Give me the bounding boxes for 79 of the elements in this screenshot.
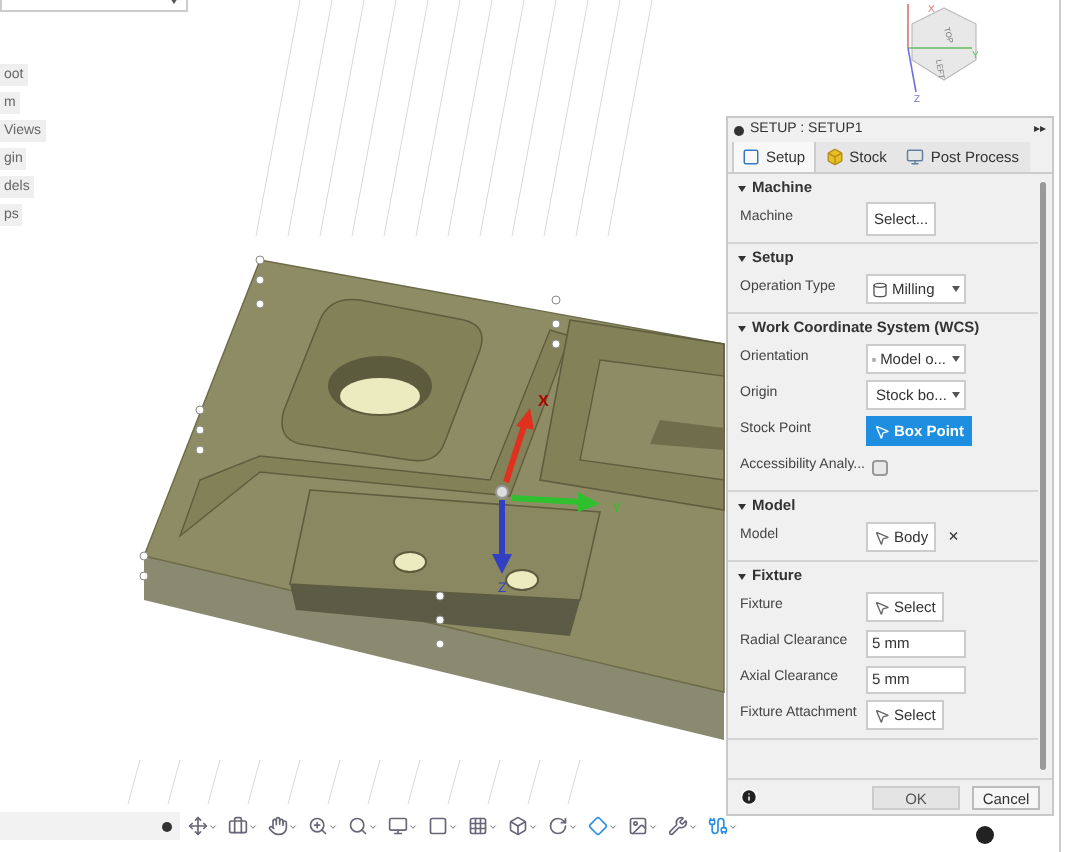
caret-icon [368,821,378,831]
toolbar-button[interactable] [666,814,700,838]
toolbar-button[interactable] [226,814,260,838]
display-icon [388,816,408,836]
toolbar-button[interactable] [186,814,220,838]
toolbar-button[interactable] [306,814,340,838]
handle-point[interactable] [139,571,149,581]
cursor-icon [874,529,890,545]
checkbox[interactable] [871,459,888,475]
search-icon [348,816,368,836]
caret-icon [728,821,738,831]
z-axis-arrow [492,500,512,574]
handle-point[interactable] [195,425,205,435]
cursor-icon [874,423,890,439]
origin-point-icon [495,485,509,499]
toolbar-button[interactable] [506,814,540,838]
caret-icon [528,821,538,831]
info-icon[interactable] [740,788,758,806]
expand-arrow-icon[interactable] [738,325,746,331]
image-icon [628,816,648,836]
expand-arrow-icon[interactable] [738,185,746,191]
caret-icon [248,821,258,831]
expand-arrow-icon[interactable] [738,503,746,509]
handle-point[interactable] [435,591,445,601]
handle-point[interactable] [551,339,561,349]
x-axis-label: X [538,392,549,410]
toolbar-button[interactable] [386,814,420,838]
cursor-icon [874,707,890,723]
handle-point[interactable] [551,319,561,329]
handle-point[interactable] [551,295,561,305]
caret-icon [952,356,960,362]
box-icon [508,816,528,836]
x-axis-arrow [503,408,534,483]
handle-point[interactable] [195,405,205,415]
cursor-icon [874,599,890,615]
view-cube-drawing [907,3,977,93]
clear-button[interactable]: × [948,528,959,546]
caret-icon [688,821,698,831]
pan-hand-icon [268,816,288,836]
toolbar-button[interactable] [626,814,660,838]
wrench-icon [668,816,688,836]
expand-arrow-icon[interactable] [738,255,746,261]
toolbar-button[interactable] [586,814,620,838]
scrollbar[interactable] [1040,182,1046,770]
caret-icon [608,821,618,831]
toolbar-button[interactable] [466,814,500,838]
toolbar-button[interactable] [426,814,460,838]
briefcase-icon [228,816,248,836]
toolbar-button[interactable] [346,814,380,838]
grid-icon [468,816,488,836]
stock-box-icon [825,148,844,166]
caret-icon [568,821,578,831]
toolbar-button[interactable] [546,814,580,838]
toolbar-button[interactable] [266,814,300,838]
handle-point[interactable] [435,639,445,649]
move-icon [188,816,208,836]
caret-icon [648,821,658,831]
caret-icon [288,821,298,831]
handle-point[interactable] [139,551,149,561]
caret-icon [448,821,458,831]
caret-icon [488,821,498,831]
handle-point[interactable] [435,615,445,625]
caret-icon [952,286,960,292]
zoom-icon [308,816,328,836]
y-axis-arrow [511,492,600,512]
handle-point[interactable] [255,275,265,285]
plug-icon [708,816,728,836]
handle-point[interactable] [195,445,205,455]
handle-point[interactable] [255,255,265,265]
diamond-icon [588,816,608,836]
square-icon [428,816,448,836]
caret-icon [408,821,418,831]
large-hole [328,356,432,416]
expand-arrow-icon[interactable] [738,573,746,579]
rotate-icon [548,816,568,836]
handle-point[interactable] [255,299,265,309]
caret-icon [208,821,218,831]
caret-icon [328,821,338,831]
caret-icon [952,392,961,398]
